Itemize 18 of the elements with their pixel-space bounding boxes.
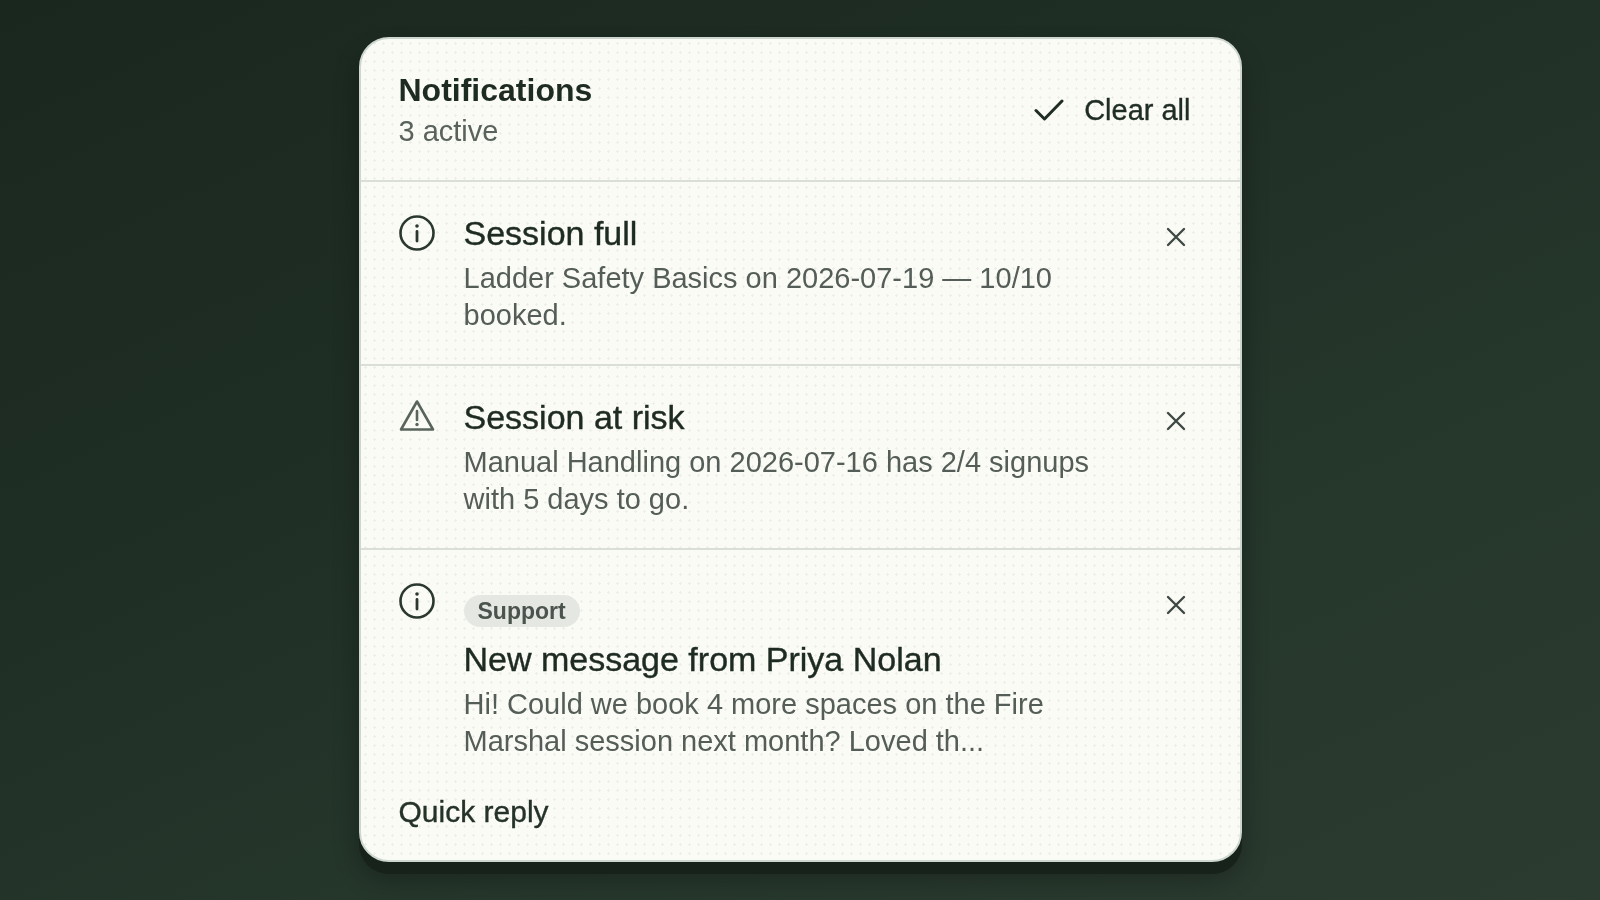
notification-title: New message from Priya Nolan <box>463 639 942 679</box>
panel-title: Notifications <box>398 71 593 110</box>
notification-title: Session at risk <box>463 397 685 437</box>
notification-message: Manual Handling on 2026-07-16 has 2/4 signups with 5 days to go. <box>463 445 1091 517</box>
active-count: 3 active <box>398 114 500 149</box>
info-icon <box>398 215 435 251</box>
clear-all-button[interactable]: Clear all <box>1025 85 1200 134</box>
close-icon <box>1165 595 1186 615</box>
quick-reply-button[interactable]: Quick reply <box>398 794 549 830</box>
notification-message: Hi! Could we book 4 more spaces on the Fire Marshal session next month? Loved th... <box>463 687 1045 759</box>
warning-icon <box>398 399 435 432</box>
close-icon <box>1165 227 1186 247</box>
close-icon <box>1165 411 1186 431</box>
category-tag: Support <box>463 595 580 627</box>
notification-title: Session full <box>463 213 638 253</box>
notification-message: Ladder Safety Basics on 2026-07-19 — 10/10 booked. <box>463 261 1053 333</box>
check-icon <box>1034 98 1065 121</box>
info-icon <box>398 583 435 619</box>
